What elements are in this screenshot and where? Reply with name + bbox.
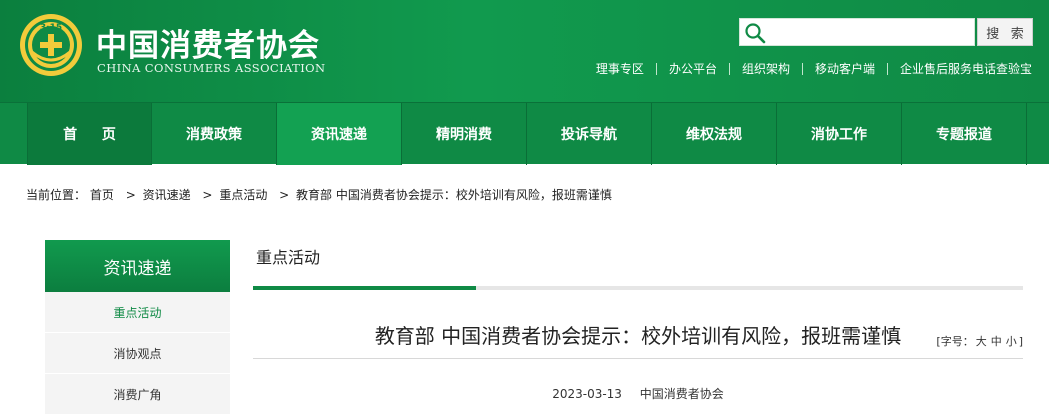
breadcrumb-current: 教育部 中国消费者协会提示：校外培训有风险，报班需谨慎 (296, 188, 612, 202)
top-link-council[interactable]: 理事专区 (596, 60, 644, 77)
site-logo-subtitle: CHINA CONSUMERS ASSOCIATION (97, 61, 326, 75)
divider (728, 62, 730, 75)
breadcrumb-home[interactable]: 首页 (90, 188, 114, 202)
breadcrumb-arrow-icon: > (125, 188, 136, 202)
site-header: 3·15 中国消费者协会 CHINA CONSUMERS ASSOCIATION… (0, 0, 1049, 102)
sidebar-item-consumer-wide-angle[interactable]: 消费广角 (45, 374, 230, 415)
main-content: 重点活动 教育部 中国消费者协会提示：校外培训有风险，报班需谨慎 [字号：大中小… (253, 240, 1023, 401)
font-size-large[interactable]: 大 (976, 335, 987, 348)
nav-item-news[interactable]: 资讯速递 (277, 103, 402, 165)
font-size-end: ] (1018, 335, 1023, 348)
breadcrumb-prefix: 当前位置： (26, 188, 87, 202)
top-links: 理事专区 办公平台 组织架构 移动客户端 企业售后服务电话查验宝 (596, 60, 1032, 77)
article-source: 中国消费者协会 (639, 387, 724, 401)
nav-item-smart-consumption[interactable]: 精明消费 (402, 103, 527, 165)
divider (886, 62, 888, 75)
font-size-label: [字号： (936, 335, 974, 348)
section-title: 重点活动 (256, 248, 321, 267)
nav-item-consumer-policy[interactable]: 消费政策 (152, 103, 277, 165)
divider (801, 62, 803, 75)
search-box (739, 18, 975, 46)
top-link-office[interactable]: 办公平台 (669, 60, 717, 77)
nav-item-special-reports[interactable]: 专题报道 (902, 103, 1027, 165)
section-divider-accent (253, 286, 476, 290)
top-link-organization[interactable]: 组织架构 (742, 60, 790, 77)
font-size-small[interactable]: 小 (1006, 335, 1017, 348)
font-size-switcher: [字号：大中小] (936, 333, 1023, 349)
nav-item-rights-laws[interactable]: 维权法规 (652, 103, 777, 165)
section-divider (253, 286, 1023, 290)
breadcrumb-arrow-icon: > (202, 188, 213, 202)
breadcrumb: 当前位置： 首页 > 资讯速递 > 重点活动 > 教育部 中国消费者协会提示：校… (26, 186, 612, 203)
site-logo-title[interactable]: 中国消费者协会 (96, 20, 320, 65)
sidebar: 资讯速递 重点活动 消协观点 消费广角 (45, 240, 230, 415)
sidebar-list: 重点活动 消协观点 消费广角 (45, 292, 230, 415)
nav-item-association-work[interactable]: 消协工作 (777, 103, 902, 165)
nav-item-home[interactable]: 首 页 (27, 103, 152, 165)
breadcrumb-arrow-icon: > (279, 188, 290, 202)
cca-emblem-icon[interactable]: 3·15 (18, 12, 84, 78)
sidebar-title: 资讯速递 (45, 240, 230, 292)
search-icon (745, 23, 766, 44)
breadcrumb-key-activities[interactable]: 重点活动 (219, 188, 267, 202)
sidebar-item-association-views[interactable]: 消协观点 (45, 333, 230, 374)
search-input[interactable] (768, 21, 972, 43)
search-button[interactable]: 搜 索 (977, 18, 1033, 46)
font-size-medium[interactable]: 中 (991, 335, 1002, 348)
article-title: 教育部 中国消费者协会提示：校外培训有风险，报班需谨慎 (374, 324, 902, 348)
meta-divider (253, 358, 1023, 359)
article-date: 2023-03-13 (552, 387, 622, 401)
top-link-mobile-client[interactable]: 移动客户端 (815, 60, 875, 77)
nav-item-complaint-guide[interactable]: 投诉导航 (527, 103, 652, 165)
divider (655, 62, 657, 75)
emblem-text: 3·15 (40, 23, 62, 33)
main-nav: 首 页 消费政策 资讯速递 精明消费 投诉导航 维权法规 消协工作 专题报道 (0, 102, 1049, 165)
article-meta: 2023-03-13 中国消费者协会 (253, 385, 1023, 402)
sidebar-item-key-activities[interactable]: 重点活动 (45, 292, 230, 333)
top-link-service-phone-check[interactable]: 企业售后服务电话查验宝 (900, 60, 1032, 77)
breadcrumb-news[interactable]: 资讯速递 (143, 188, 191, 202)
